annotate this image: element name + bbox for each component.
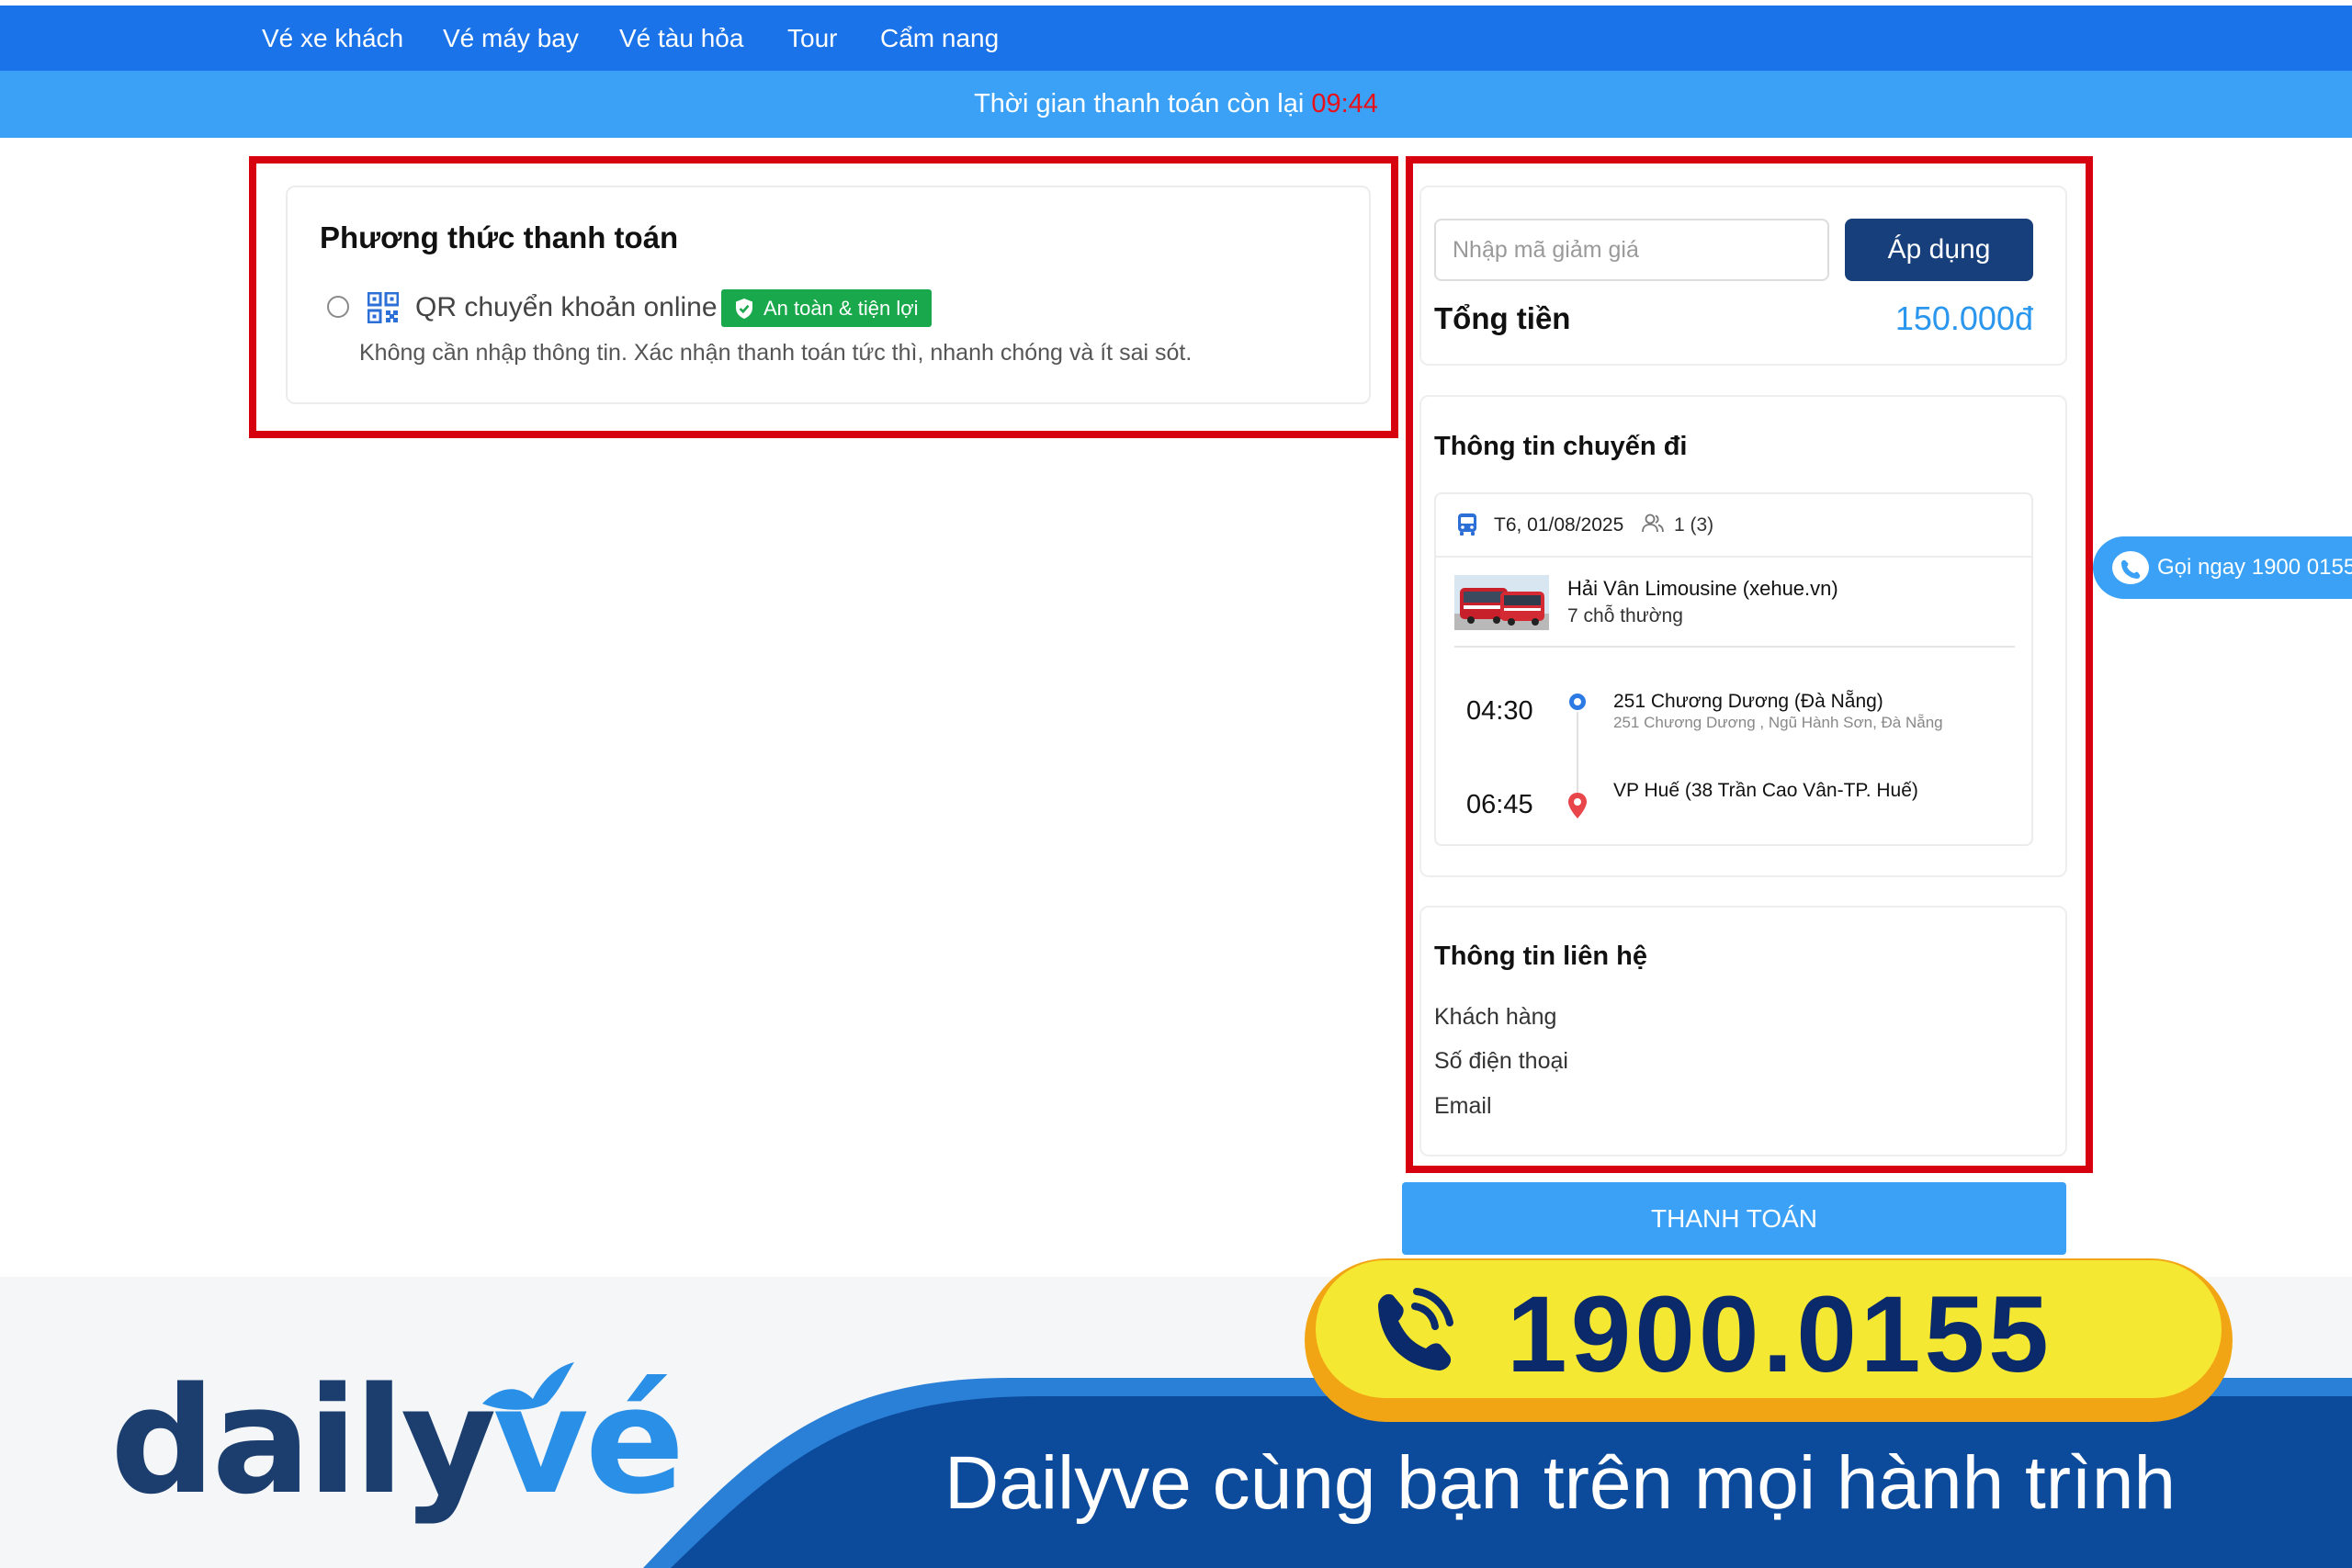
- banner-slogan: Dailyve cùng bạn trên mọi hành trình: [944, 1441, 2177, 1525]
- contact-phone-label: Số điện thoại: [1434, 1048, 1568, 1074]
- floating-call-label: Gọi ngay 1900 0155: [2157, 555, 2352, 580]
- start-dot-icon: [1569, 694, 1586, 710]
- nav-item-flight[interactable]: Vé máy bay: [443, 24, 579, 53]
- safe-badge: An toàn & tiện lợi: [721, 289, 932, 327]
- timer-label: Thời gian thanh toán còn lại: [974, 89, 1305, 118]
- hotline-number: 1900.0155: [1507, 1274, 2052, 1395]
- timer-value: 09:44: [1311, 89, 1378, 118]
- shield-check-icon: [736, 299, 752, 319]
- logo-bird-icon: [482, 1362, 574, 1410]
- apply-coupon-button[interactable]: Áp dụng: [1845, 219, 2033, 281]
- passenger-count: 1 (3): [1674, 514, 1714, 536]
- dailyve-logo: dailyvé: [110, 1355, 684, 1527]
- floating-call-button[interactable]: Gọi ngay 1900 0155: [2093, 536, 2352, 599]
- logo-main: daily: [110, 1355, 496, 1527]
- operator-name: Hải Vân Limousine (xehue.vn): [1567, 577, 1838, 600]
- qr-code-icon: [368, 292, 399, 323]
- contact-email-label: Email: [1434, 1093, 1492, 1119]
- phone-icon: [1378, 1288, 1453, 1371]
- trip-date: T6, 01/08/2025: [1494, 514, 1624, 536]
- departure-address: 251 Chương Dương , Ngũ Hành Sơn, Đà Nẵng: [1613, 714, 1943, 731]
- qr-method-label[interactable]: QR chuyển khoản online: [415, 292, 718, 323]
- map-pin-icon: [1568, 793, 1587, 818]
- operator-divider: [1454, 646, 2015, 648]
- nav-item-guide[interactable]: Cẩm nang: [880, 24, 999, 53]
- total-value: 150.000đ: [1894, 299, 2033, 337]
- departure-stop: 251 Chương Dương (Đà Nẵng): [1613, 691, 1883, 712]
- phone-icon: [2112, 551, 2149, 584]
- arrival-time: 06:45: [1466, 790, 1533, 819]
- route-line: [1577, 712, 1578, 795]
- trip-info-title: Thông tin chuyến đi: [1434, 432, 1688, 461]
- arrival-stop: VP Huế (38 Trần Cao Vân-TP. Huế): [1613, 780, 1918, 801]
- departure-time: 04:30: [1466, 696, 1533, 726]
- nav-item-bus[interactable]: Vé xe khách: [262, 24, 403, 53]
- coupon-input[interactable]: [1434, 219, 1829, 281]
- main-nav: Vé xe khách Vé máy bay Vé tàu hỏa Tour C…: [0, 6, 2352, 71]
- qr-method-radio[interactable]: [327, 296, 349, 318]
- bus-photo: [1454, 575, 1549, 630]
- qr-method-description: Không cần nhập thông tin. Xác nhận thanh…: [359, 340, 1193, 366]
- passenger-icon: [1642, 513, 1664, 533]
- nav-item-train[interactable]: Vé tàu hỏa: [619, 24, 743, 53]
- nav-item-tour[interactable]: Tour: [787, 24, 837, 53]
- payment-method-title: Phương thức thanh toán: [320, 220, 679, 254]
- contact-info-title: Thông tin liên hệ: [1434, 942, 1647, 971]
- trip-header-divider: [1436, 556, 2031, 558]
- contact-customer-label: Khách hàng: [1434, 1004, 1557, 1030]
- bus-icon: [1458, 513, 1476, 536]
- seat-type: 7 chỗ thường: [1567, 605, 1683, 626]
- safe-badge-label: An toàn & tiện lợi: [763, 297, 919, 320]
- payment-timer-bar: Thời gian thanh toán còn lại 09:44: [0, 71, 2352, 138]
- total-label: Tổng tiền: [1434, 301, 1571, 335]
- checkout-button[interactable]: THANH TOÁN: [1402, 1182, 2066, 1255]
